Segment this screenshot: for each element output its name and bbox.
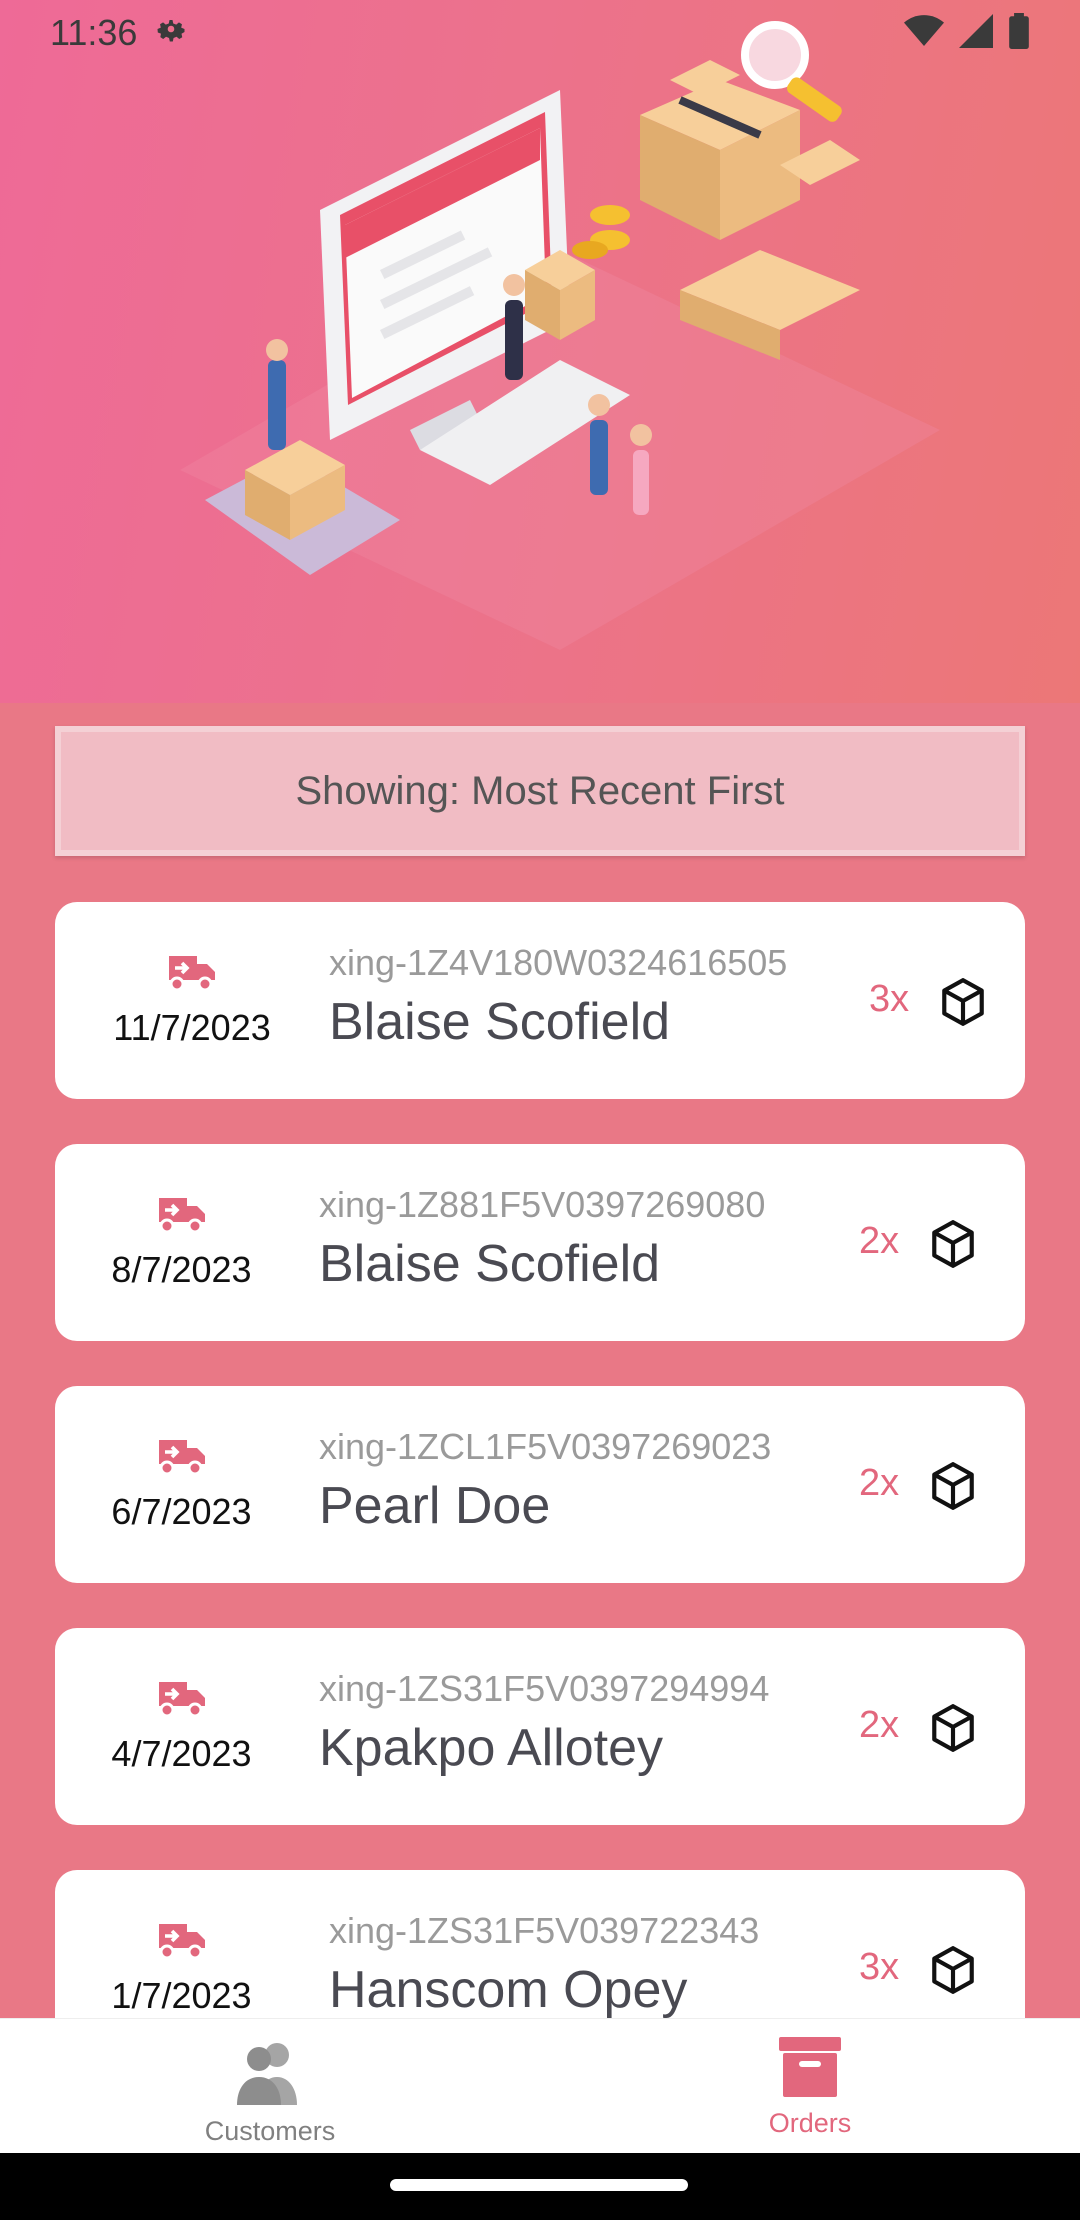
tracking-number: xing-1ZS31F5V0397294994 [319,1668,770,1709]
package-box-icon [928,1218,978,1275]
order-card[interactable]: 6/7/2023 xing-1ZCL1F5V0397269023 Pearl D… [55,1386,1025,1583]
package-box-icon [928,1460,978,1517]
order-card[interactable]: 1/7/2023 xing-1ZS31F5V039722343 Hanscom … [55,1870,1025,2018]
customer-name: Kpakpo Allotey [319,1719,664,1777]
order-date: 4/7/2023 [111,1733,252,1774]
order-quantity: 2x [859,1220,900,1262]
order-card[interactable]: 8/7/2023 xing-1Z881F5V0397269080 Blaise … [55,1144,1025,1341]
wifi-icon [904,14,944,53]
order-details: xing-1ZS31F5V0397294994 Kpakpo Allotey [319,1668,769,1778]
delivery-truck-icon [155,1194,209,1239]
order-date-block: 1/7/2023 [55,1870,308,2018]
signal-icon [958,13,994,53]
order-date-block: 8/7/2023 [55,1144,308,1341]
delivery-truck-icon [155,1920,209,1965]
system-gesture-bar [0,2153,1080,2220]
nav-customers-label: Customers [204,2116,336,2146]
orders-content: Showing: Most Recent First 11/7/2023 xin… [0,703,1080,2018]
package-box-icon [928,1702,978,1759]
ecommerce-illustration [180,21,940,650]
package-box-icon [928,1944,978,2001]
sort-order-label: Showing: Most Recent First [295,768,785,813]
order-date-block: 11/7/2023 [55,902,329,1099]
order-date-block: 4/7/2023 [55,1628,308,1825]
bottom-navigation: Customers Orders [0,2018,1080,2154]
tracking-number: xing-1Z881F5V0397269080 [319,1184,766,1225]
order-date-block: 6/7/2023 [55,1386,308,1583]
order-date: 6/7/2023 [111,1491,252,1532]
nav-orders[interactable]: Orders [540,2019,1080,2154]
coins-graphic [572,205,630,259]
customer-name: Blaise Scofield [329,993,671,1051]
order-card[interactable]: 11/7/2023 xing-1Z4V180W0324616505 Blaise… [55,902,1025,1099]
customer-name: Pearl Doe [319,1477,551,1535]
order-quantity: 3x [859,1946,900,1988]
nav-customers[interactable]: Customers [0,2019,540,2154]
battery-icon [1008,12,1030,54]
order-date: 1/7/2023 [111,1975,252,2016]
package-box-icon [938,976,988,1033]
customers-icon [235,2037,305,2110]
order-details: xing-1ZS31F5V039722343 Hanscom Opey [329,1910,759,2018]
order-date: 11/7/2023 [113,1007,271,1048]
tracking-number: xing-1Z4V180W0324616505 [329,942,788,983]
nav-orders-label: Orders [768,2108,852,2138]
sort-order-button[interactable]: Showing: Most Recent First [55,726,1025,856]
tracking-number: xing-1ZCL1F5V0397269023 [319,1426,772,1467]
gear-icon [153,11,189,56]
order-list: 11/7/2023 xing-1Z4V180W0324616505 Blaise… [55,902,1025,2018]
order-quantity: 3x [869,978,910,1020]
order-date: 8/7/2023 [111,1249,252,1290]
order-details: xing-1Z4V180W0324616505 Blaise Scofield [329,942,787,1052]
order-quantity: 2x [859,1704,900,1746]
hero-illustration [0,0,1080,703]
delivery-truck-icon [155,1678,209,1723]
order-quantity: 2x [859,1462,900,1504]
status-bar: 11:36 [0,0,1080,66]
delivery-truck-icon [155,1436,209,1481]
order-card[interactable]: 4/7/2023 xing-1ZS31F5V0397294994 Kpakpo … [55,1628,1025,1825]
home-gesture-handle[interactable] [390,2179,688,2191]
tracking-number: xing-1ZS31F5V039722343 [329,1910,760,1951]
customer-name: Blaise Scofield [319,1235,661,1293]
delivery-truck-icon [165,952,219,997]
orders-archive-icon [779,2037,841,2102]
order-details: xing-1ZCL1F5V0397269023 Pearl Doe [319,1426,771,1536]
order-details: xing-1Z881F5V0397269080 Blaise Scofield [319,1184,765,1294]
status-time: 11:36 [50,12,138,53]
customer-name: Hanscom Opey [329,1961,688,2018]
